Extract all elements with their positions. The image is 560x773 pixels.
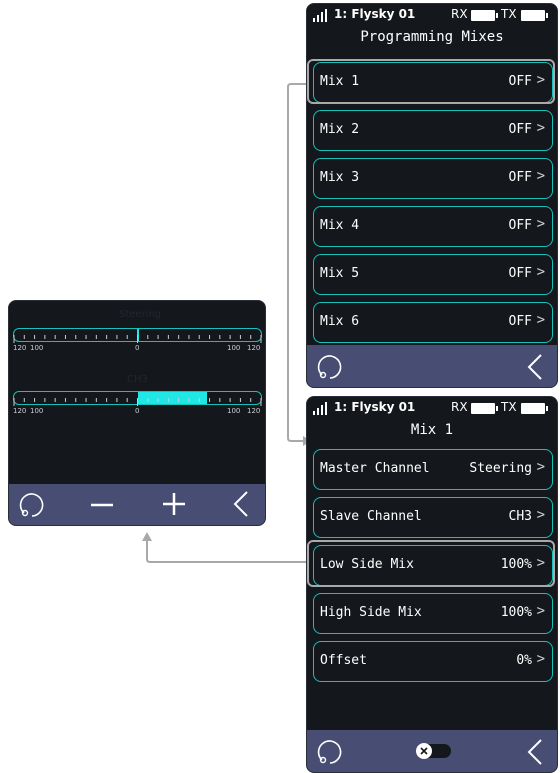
mix-label: Mix 6: [320, 314, 360, 329]
rx-label: RX: [451, 7, 468, 21]
setting-label: High Side Mix: [320, 605, 422, 620]
setting-label: Offset: [320, 653, 367, 668]
connector-line-lowside: [146, 541, 307, 563]
mix-row-3[interactable]: Mix 3 OFF >: [313, 158, 553, 199]
minus-icon[interactable]: [90, 493, 114, 517]
slave-channel-row[interactable]: Slave Channel CH3 >: [313, 497, 553, 538]
reset-icon[interactable]: [18, 491, 46, 519]
status-bar: 1: Flysky 01 RX TX: [307, 4, 557, 26]
scale-label: CH3: [127, 374, 148, 385]
signal-icon: [313, 402, 327, 415]
status-bar: 1: Flysky 01 RX TX: [307, 397, 557, 419]
chevron-right-icon: >: [536, 168, 545, 184]
mix-value: OFF: [508, 218, 532, 233]
scale-tick-label: 0: [135, 344, 140, 352]
high-side-mix-row[interactable]: High Side Mix 100% >: [313, 593, 553, 634]
bottom-bar: [307, 730, 557, 772]
chevron-right-icon: >: [536, 507, 545, 523]
mix-label: Mix 3: [320, 170, 360, 185]
scale-tick-label: 120: [13, 344, 27, 352]
chevron-right-icon: >: [536, 312, 545, 328]
rx-battery-icon: [471, 403, 498, 414]
mix-value: OFF: [508, 170, 532, 185]
chevron-right-icon: >: [536, 459, 545, 475]
ch3-scale-ticks: [13, 398, 262, 406]
chevron-right-icon: >: [536, 651, 545, 667]
back-icon[interactable]: [526, 738, 544, 766]
setting-label: Slave Channel: [320, 509, 422, 524]
master-channel-row[interactable]: Master Channel Steering >: [313, 449, 553, 490]
scale-tick-label: 100: [227, 344, 241, 352]
setting-value: Steering: [469, 461, 532, 476]
mix-row-2[interactable]: Mix 2 OFF >: [313, 110, 553, 151]
rx-battery-icon: [471, 10, 498, 21]
chevron-right-icon: >: [536, 120, 545, 136]
low-side-mix-highlight: [307, 540, 555, 587]
connector-arrowhead-lowside: [142, 532, 152, 541]
plus-icon[interactable]: [162, 492, 186, 516]
setting-value: 100%: [500, 605, 532, 620]
reset-icon[interactable]: [316, 353, 344, 381]
reset-icon[interactable]: [316, 738, 344, 766]
scale-tick-label: 100: [227, 407, 241, 415]
scale-tick-label: 120: [247, 407, 261, 415]
mix-label: Mix 5: [320, 266, 360, 281]
rx-label: RX: [451, 400, 468, 414]
back-icon[interactable]: [232, 490, 250, 518]
page-title: Mix 1: [410, 422, 454, 438]
mix-row-6[interactable]: Mix 6 OFF >: [313, 302, 553, 343]
mix-1-highlight: [307, 59, 555, 104]
chevron-right-icon: >: [536, 216, 545, 232]
scale-tick-label: 0: [135, 407, 140, 415]
model-name: 1: Flysky 01: [334, 400, 416, 414]
toggle-icon[interactable]: [415, 742, 453, 760]
steering-scale-ticks: [13, 335, 262, 343]
tx-battery-icon: [521, 403, 548, 414]
setting-value: CH3: [508, 509, 532, 524]
mix-row-5[interactable]: Mix 5 OFF >: [313, 254, 553, 295]
mix-rate-adjust-screen: Steering 120 100 0 100 120 CH3 120 100 0…: [8, 300, 266, 526]
mix-value: OFF: [508, 314, 532, 329]
tx-battery-icon: [521, 10, 548, 21]
scale-label: Steering: [119, 309, 162, 320]
scale-tick-label: 100: [30, 344, 44, 352]
mix-label: Mix 4: [320, 218, 360, 233]
page-title: Programming Mixes: [360, 29, 504, 45]
mix-value: OFF: [508, 266, 532, 281]
model-name: 1: Flysky 01: [334, 7, 416, 21]
mix-label: Mix 2: [320, 122, 360, 137]
bottom-bar: [9, 484, 265, 525]
scale-tick-label: 100: [30, 407, 44, 415]
scale-tick-label: 120: [13, 407, 27, 415]
back-icon[interactable]: [526, 353, 544, 381]
tx-label: TX: [501, 7, 517, 21]
chevron-right-icon: >: [536, 603, 545, 619]
setting-value: 0%: [516, 653, 532, 668]
tx-label: TX: [501, 400, 517, 414]
mix-row-4[interactable]: Mix 4 OFF >: [313, 206, 553, 247]
offset-row[interactable]: Offset 0% >: [313, 641, 553, 682]
bottom-bar: [307, 345, 557, 387]
scale-tick-label: 120: [247, 344, 261, 352]
chevron-right-icon: >: [536, 264, 545, 280]
mix-value: OFF: [508, 122, 532, 137]
connector-line-mix1: [287, 83, 307, 442]
setting-label: Master Channel: [320, 461, 430, 476]
signal-icon: [313, 9, 327, 22]
